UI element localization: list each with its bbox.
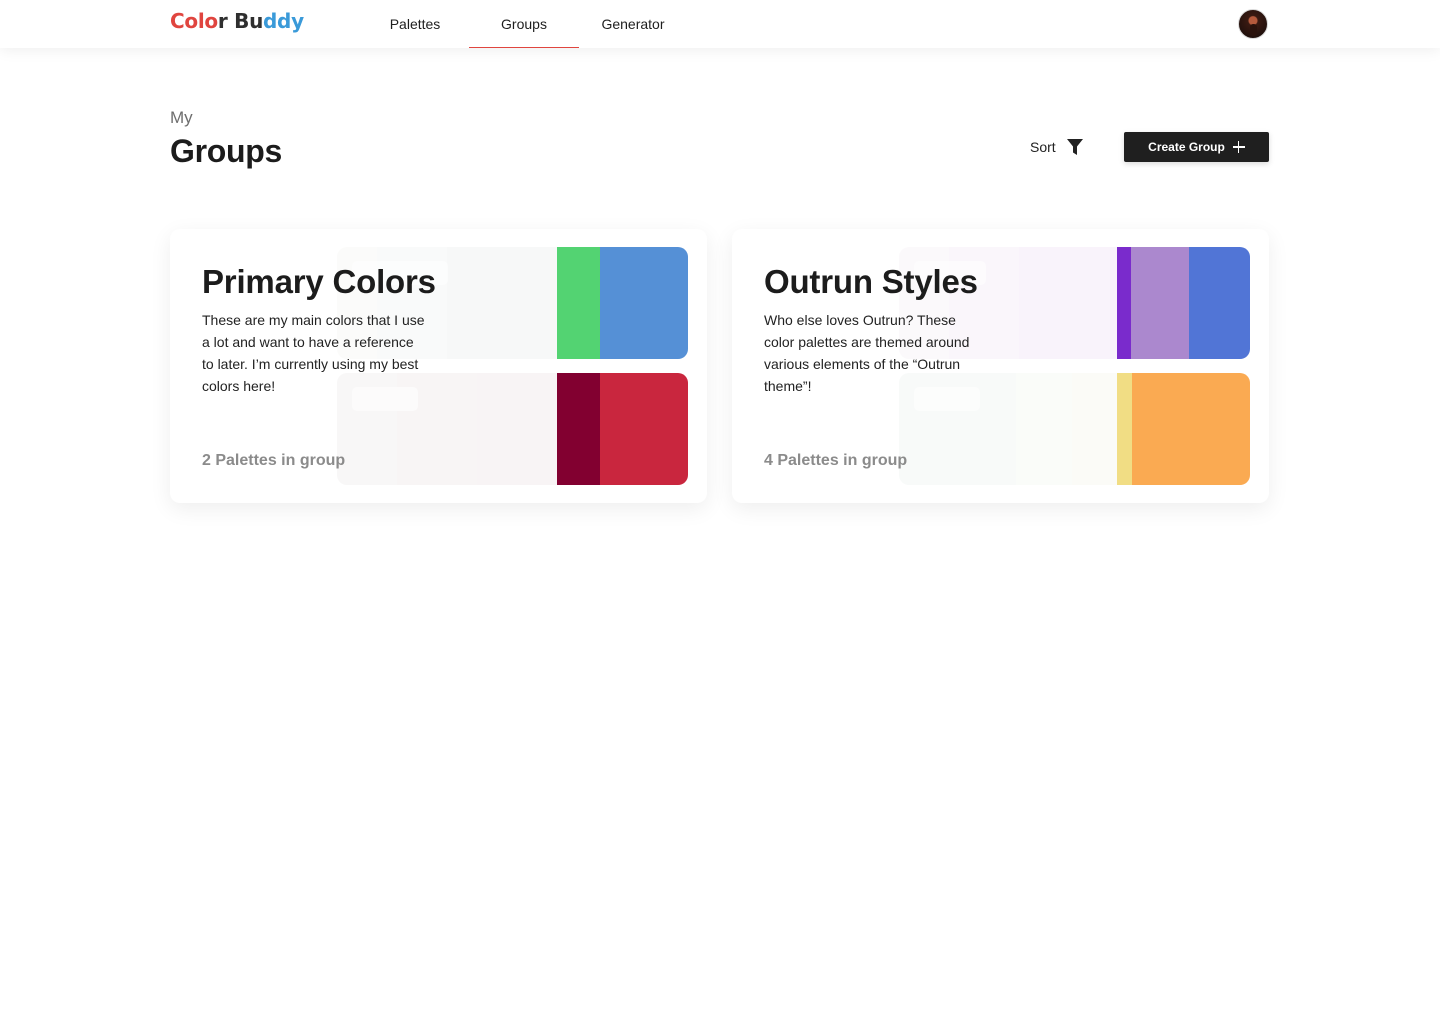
group-description: Who else loves Outrun? These color palet…: [764, 312, 970, 394]
logo-letter: C: [170, 9, 185, 33]
color-swatch: [600, 247, 688, 359]
create-group-label: Create Group: [1148, 140, 1225, 154]
page-kicker: My: [170, 108, 193, 127]
sort-button[interactable]: Sort: [1030, 134, 1084, 160]
group-title: Outrun Styles: [764, 263, 978, 300]
group-title: Primary Colors: [202, 263, 436, 300]
color-swatch: [447, 247, 557, 359]
color-swatch: [477, 373, 557, 485]
sort-label: Sort: [1030, 139, 1056, 155]
color-swatch: [1016, 373, 1072, 485]
color-buddy-logo[interactable]: Color Buddy: [170, 9, 304, 33]
color-swatch: [1189, 247, 1250, 359]
logo-letter: d: [277, 9, 292, 33]
logo-letter: [227, 9, 234, 33]
nav-tab-palettes[interactable]: Palettes: [370, 0, 460, 48]
color-swatch: [557, 247, 600, 359]
nav-tab-groups[interactable]: Groups: [469, 0, 579, 48]
palette-count: 2 Palettes in group: [202, 452, 346, 469]
color-swatch: [557, 373, 600, 485]
page-title: Groups: [170, 133, 282, 169]
color-swatch: [1132, 373, 1250, 485]
logo-letter: o: [184, 9, 198, 33]
group-card-outrun-styles[interactable]: Outrun Styles Who else loves Outrun? The…: [732, 229, 1269, 503]
logo-letter: y: [291, 9, 304, 33]
color-swatch: [1117, 373, 1132, 485]
color-swatch: [1019, 247, 1117, 359]
logo-letter: B: [234, 9, 250, 33]
logo-letter: d: [263, 9, 278, 33]
group-description: These are my main colors that I use a lo…: [202, 312, 425, 394]
user-avatar[interactable]: [1238, 9, 1268, 39]
filter-icon: [1066, 139, 1083, 155]
palette-count: 4 Palettes in group: [764, 452, 908, 469]
plus-icon: [1232, 141, 1245, 153]
create-group-button[interactable]: Create Group: [1124, 132, 1269, 162]
logo-letter: u: [249, 9, 264, 33]
logo-letter: r: [217, 9, 228, 33]
top-nav-bar: Color Buddy Palettes Groups Generator: [0, 0, 1440, 48]
color-swatch: [600, 373, 688, 485]
color-swatch: [1131, 247, 1189, 359]
nav-tab-generator[interactable]: Generator: [593, 0, 673, 48]
color-swatch: [1117, 247, 1131, 359]
logo-letter: o: [204, 9, 218, 33]
group-card-primary-colors[interactable]: Primary Colors These are my main colors …: [170, 229, 707, 503]
color-swatch: [1072, 373, 1117, 485]
